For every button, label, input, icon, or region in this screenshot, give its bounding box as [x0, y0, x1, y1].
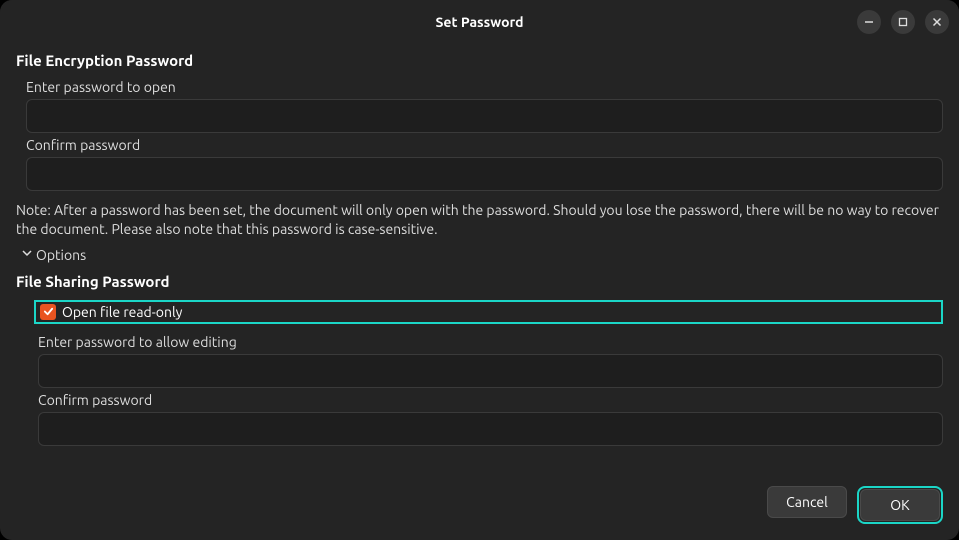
button-row: Cancel OK — [16, 480, 943, 524]
cancel-button-label: Cancel — [786, 494, 828, 510]
edit-confirm-input[interactable] — [38, 412, 943, 446]
titlebar-controls — [857, 10, 949, 34]
cancel-button[interactable]: Cancel — [767, 486, 847, 518]
confirm-password-label: Confirm password — [26, 137, 943, 153]
dialog-content: File Encryption Password Enter password … — [0, 44, 959, 540]
ok-button-highlight: OK — [857, 486, 943, 524]
encryption-heading: File Encryption Password — [16, 52, 943, 69]
readonly-checkbox[interactable] — [40, 304, 56, 320]
window-title: Set Password — [435, 14, 523, 30]
maximize-icon — [898, 17, 908, 27]
ok-button-label: OK — [890, 497, 909, 513]
minimize-button[interactable] — [857, 10, 881, 34]
enter-password-label: Enter password to open — [26, 79, 943, 95]
confirm-password-input[interactable] — [26, 157, 943, 191]
ok-button[interactable]: OK — [860, 489, 940, 521]
maximize-button[interactable] — [891, 10, 915, 34]
close-button[interactable] — [925, 10, 949, 34]
options-expander[interactable]: Options — [22, 247, 943, 263]
edit-password-input[interactable] — [38, 354, 943, 388]
readonly-label: Open file read-only — [62, 304, 182, 320]
sharing-heading: File Sharing Password — [16, 273, 943, 290]
enter-password-input[interactable] — [26, 99, 943, 133]
check-icon — [43, 306, 54, 317]
spacer — [16, 446, 943, 480]
readonly-checkbox-row[interactable]: Open file read-only — [34, 300, 943, 324]
password-note: Note: After a password has been set, the… — [16, 201, 943, 239]
edit-confirm-label: Confirm password — [38, 392, 943, 408]
chevron-down-icon — [22, 248, 32, 261]
dialog-window: Set Password File Encryption Password En… — [0, 0, 959, 540]
close-icon — [932, 17, 942, 27]
options-label: Options — [36, 247, 86, 263]
edit-password-label: Enter password to allow editing — [38, 334, 943, 350]
titlebar: Set Password — [0, 0, 959, 44]
minimize-icon — [864, 17, 874, 27]
